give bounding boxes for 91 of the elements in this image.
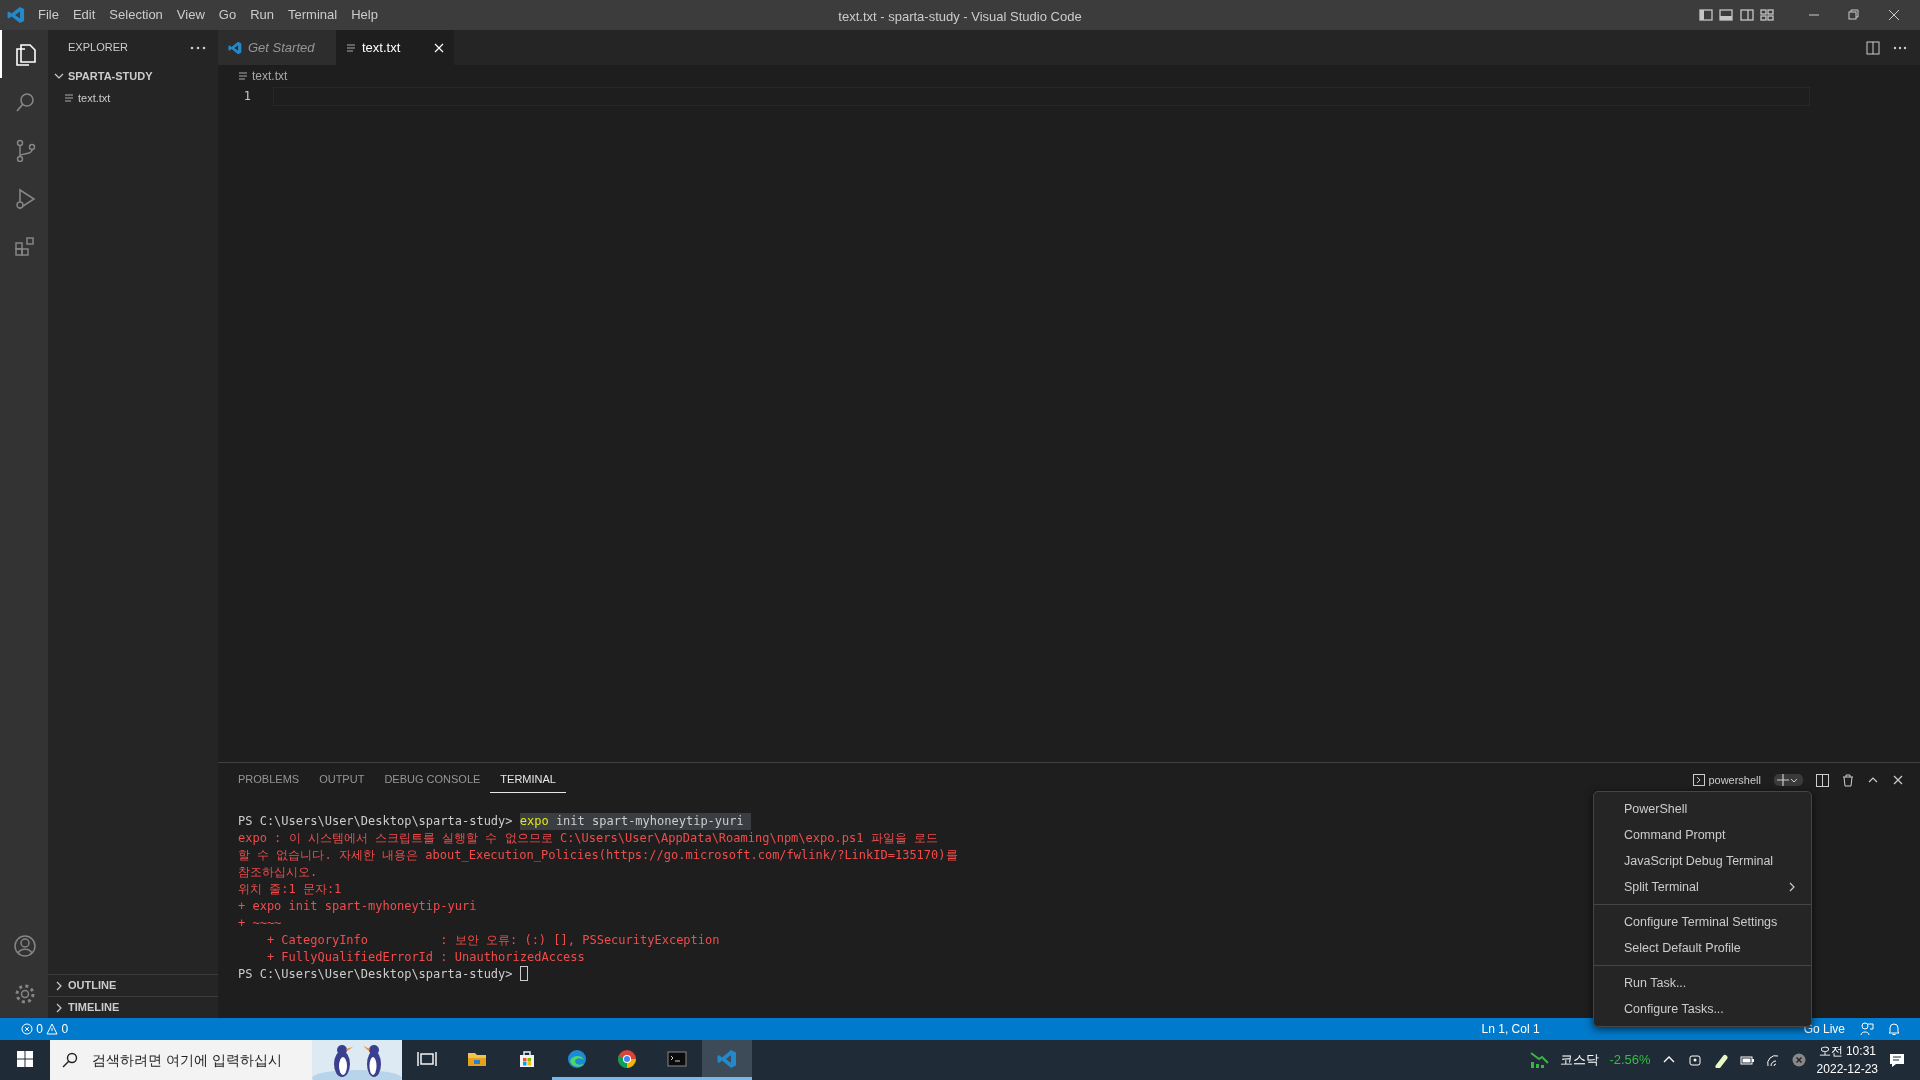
search-field[interactable]: 검색하려면 여기에 입력하십시 <box>90 1040 312 1080</box>
trash-icon[interactable] <box>1841 773 1854 787</box>
section-header[interactable]: TIMELINE <box>68 999 120 1016</box>
clock-date[interactable]: 2022-12-23 <box>1816 1060 1878 1078</box>
menu-item[interactable]: Select Default Profile <box>1594 935 1811 961</box>
windows-logo-icon <box>17 1050 33 1067</box>
restore-icon[interactable] <box>1846 8 1861 22</box>
stop-circle-icon[interactable] <box>1790 1052 1807 1068</box>
close-icon[interactable] <box>1891 774 1904 786</box>
menu-item[interactable]: Help <box>344 5 385 25</box>
notification-icon[interactable] <box>1888 1051 1906 1069</box>
bell-icon[interactable] <box>1888 1022 1900 1036</box>
split-editor-icon[interactable] <box>1866 40 1880 55</box>
line-number: 1 <box>242 88 251 105</box>
menu-item[interactable]: JavaScript Debug Terminal <box>1594 848 1811 874</box>
search-icon <box>50 1040 90 1080</box>
error-line: + expo init spart-myhoneytip-yuri <box>238 898 477 915</box>
prompt-text: PS C:\Users\User\Desktop\sparta-study> <box>238 813 514 830</box>
prompt-text: PS C:\Users\User\Desktop\sparta-study> <box>238 966 514 983</box>
menu-item[interactable]: Configure Tasks... <box>1594 996 1811 1022</box>
lines-icon <box>346 42 356 53</box>
menu-item[interactable]: PowerShell <box>1594 796 1811 822</box>
warning-icon <box>46 1023 59 1035</box>
menu-item[interactable]: Split Terminal <box>1594 874 1811 900</box>
account-icon[interactable] <box>13 934 37 958</box>
vscode-logo-icon <box>228 40 242 55</box>
folder-name[interactable]: SPARTA-STUDY <box>68 67 153 85</box>
command-text: expo init spart-myhoneytip-yuri <box>519 813 751 830</box>
files-icon[interactable] <box>13 42 37 66</box>
menu-item[interactable]: Run Task... <box>1594 970 1811 996</box>
more-icon[interactable] <box>1893 45 1907 50</box>
terminal-icon <box>1693 774 1706 786</box>
panel-tab[interactable]: DEBUG CONSOLE <box>374 767 491 793</box>
plus-icon[interactable] <box>1777 774 1790 786</box>
feedback-icon[interactable] <box>1860 1022 1874 1036</box>
clock-time[interactable]: 오전 10:31 <box>1816 1042 1878 1060</box>
error-line: + ~~~~ <box>238 915 282 932</box>
settings-icon[interactable] <box>13 982 37 1006</box>
panel-tab[interactable]: TERMINAL <box>490 767 566 793</box>
error-line: + FullyQualifiedErrorId : UnauthorizedAccess <box>265 949 585 966</box>
error-icon <box>21 1023 33 1035</box>
vscode-logo-icon <box>717 1048 737 1069</box>
terminal-icon <box>667 1048 687 1069</box>
panel-tab[interactable]: OUTPUT <box>309 767 375 793</box>
pill-icon[interactable] <box>1712 1052 1729 1068</box>
editor-tab[interactable]: text.txt <box>336 30 454 65</box>
error-count[interactable]: 0 <box>36 1020 43 1038</box>
menu-item[interactable]: Configure Terminal Settings <box>1594 909 1811 935</box>
terminal-name[interactable]: powershell <box>1708 771 1761 789</box>
error-line: 참조하십시오. <box>238 864 318 881</box>
file-name[interactable]: text.txt <box>78 89 111 107</box>
error-line: expo : 이 시스템에서 스크립트를 실행할 수 없으므로 C:\Users\User\AppData\Roaming\npm\expo.ps1 파일을 로드 <box>238 830 938 847</box>
menu-item[interactable]: Edit <box>65 5 103 25</box>
menu-item[interactable]: Selection <box>102 5 170 25</box>
split-layout-icon[interactable] <box>1739 8 1754 22</box>
window-title: text.txt - sparta-study - Visual Studio Code <box>838 8 1082 26</box>
menu-item[interactable]: Command Prompt <box>1594 822 1811 848</box>
sidebar-layout-icon[interactable] <box>1698 8 1713 22</box>
close-icon[interactable] <box>1886 8 1901 22</box>
lines-icon <box>64 93 74 103</box>
menu-item[interactable]: File <box>31 5 66 25</box>
more-icon[interactable] <box>190 45 206 50</box>
warning-count[interactable]: 0 <box>61 1020 69 1038</box>
trend-down-icon <box>1530 1051 1551 1069</box>
error-line: 위치 줄:1 문자:1 <box>238 881 342 898</box>
lines-icon <box>238 71 248 81</box>
menu-item[interactable]: Go <box>211 5 244 25</box>
tricolor-circle-icon <box>617 1048 637 1069</box>
status-item[interactable]: Ln 1, Col 1 <box>1474 1020 1547 1038</box>
wave-circle-icon <box>567 1048 587 1069</box>
grid-layout-icon[interactable] <box>1760 8 1774 22</box>
error-line: 할 수 없습니다. 자세한 내용은 about_Execution_Policies(https://go.microsoft.com/fwlink/?LinkID=135170)를 <box>238 847 958 864</box>
wifi-icon[interactable] <box>1764 1052 1781 1068</box>
split-terminal-icon[interactable] <box>1815 773 1829 787</box>
breadcrumb-item[interactable]: text.txt <box>252 67 288 85</box>
editor-tab[interactable]: Get Started <box>218 30 336 65</box>
sidebar-title: EXPLORER <box>68 40 128 56</box>
stock-change: -2.56% <box>1609 1051 1651 1070</box>
menu-item[interactable]: View <box>169 5 212 25</box>
section-header[interactable]: OUTLINE <box>68 977 117 994</box>
panel-tab[interactable]: PROBLEMS <box>228 767 310 793</box>
error-line: + CategoryInfo : 보안 오류: (:) [], PSSecurityException <box>265 932 720 949</box>
menu-item[interactable]: Terminal <box>281 5 345 25</box>
stock-name: 코스닥 <box>1560 1051 1600 1070</box>
run-debug-icon[interactable] <box>13 186 37 210</box>
extensions-icon[interactable] <box>13 234 37 258</box>
menu-item[interactable]: Run <box>243 5 281 25</box>
panel-layout-icon[interactable] <box>1719 8 1733 22</box>
bag-icon <box>517 1048 537 1069</box>
search-icon[interactable] <box>13 90 37 114</box>
vscode-logo-icon <box>6 6 25 24</box>
